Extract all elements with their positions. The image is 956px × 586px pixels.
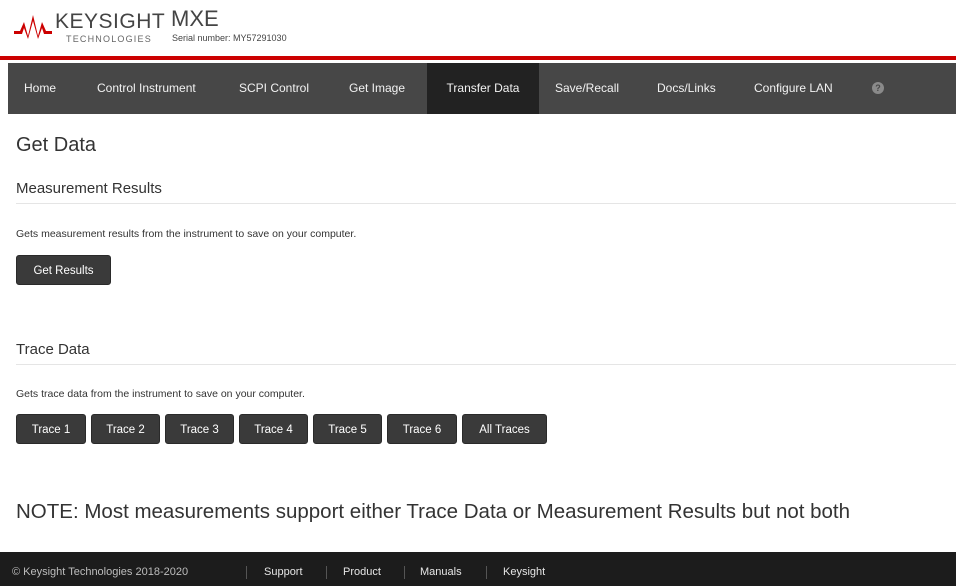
footer-divider: [404, 566, 405, 579]
main-nav: Home Control Instrument SCPI Control Get…: [8, 63, 956, 114]
note-text: NOTE: Most measurements support either T…: [16, 500, 851, 523]
page-title: Get Data: [16, 134, 97, 156]
footer-divider: [246, 566, 247, 579]
section-divider: [16, 364, 956, 365]
header-accent-line: [0, 56, 956, 60]
footer-link-product[interactable]: Product: [343, 552, 381, 586]
page-header: KEYSIGHT TECHNOLOGIES MXE Serial number:…: [0, 0, 956, 56]
trace-data-heading: Trace Data: [16, 341, 90, 358]
get-results-button[interactable]: Get Results: [16, 255, 111, 285]
trace-6-button[interactable]: Trace 6: [387, 414, 457, 444]
nav-configure-lan[interactable]: Configure LAN: [754, 63, 833, 114]
question-circle-icon[interactable]: ?: [872, 82, 884, 94]
footer-link-keysight[interactable]: Keysight: [503, 552, 545, 586]
logo-subtitle: TECHNOLOGIES: [66, 34, 152, 44]
keysight-logo[interactable]: KEYSIGHT TECHNOLOGIES: [14, 9, 165, 47]
measurement-results-description: Gets measurement results from the instru…: [16, 228, 357, 240]
keysight-wave-icon: [14, 15, 52, 39]
footer-divider: [326, 566, 327, 579]
trace-5-button[interactable]: Trace 5: [313, 414, 382, 444]
trace-3-button[interactable]: Trace 3: [165, 414, 234, 444]
measurement-results-heading: Measurement Results: [16, 180, 162, 197]
logo-wordmark: KEYSIGHT: [55, 10, 166, 33]
nav-save-recall[interactable]: Save/Recall: [555, 63, 619, 114]
all-traces-button[interactable]: All Traces: [462, 414, 547, 444]
nav-home[interactable]: Home: [24, 63, 56, 114]
section-divider: [16, 203, 956, 204]
footer-divider: [486, 566, 487, 579]
product-name: MXE: [171, 6, 219, 31]
nav-get-image[interactable]: Get Image: [349, 63, 405, 114]
nav-scpi-control[interactable]: SCPI Control: [239, 63, 309, 114]
footer-copyright: © Keysight Technologies 2018-2020: [12, 566, 189, 578]
trace-2-button[interactable]: Trace 2: [91, 414, 160, 444]
footer-link-support[interactable]: Support: [264, 552, 303, 586]
trace-1-button[interactable]: Trace 1: [16, 414, 86, 444]
trace-4-button[interactable]: Trace 4: [239, 414, 308, 444]
nav-transfer-data[interactable]: Transfer Data: [427, 63, 539, 114]
page-footer: © Keysight Technologies 2018-2020 Suppor…: [0, 552, 956, 586]
footer-link-manuals[interactable]: Manuals: [420, 552, 462, 586]
trace-data-description: Gets trace data from the instrument to s…: [16, 388, 305, 400]
nav-control-instrument[interactable]: Control Instrument: [97, 63, 196, 114]
serial-number: Serial number: MY57291030: [172, 33, 287, 43]
nav-docs-links[interactable]: Docs/Links: [657, 63, 716, 114]
